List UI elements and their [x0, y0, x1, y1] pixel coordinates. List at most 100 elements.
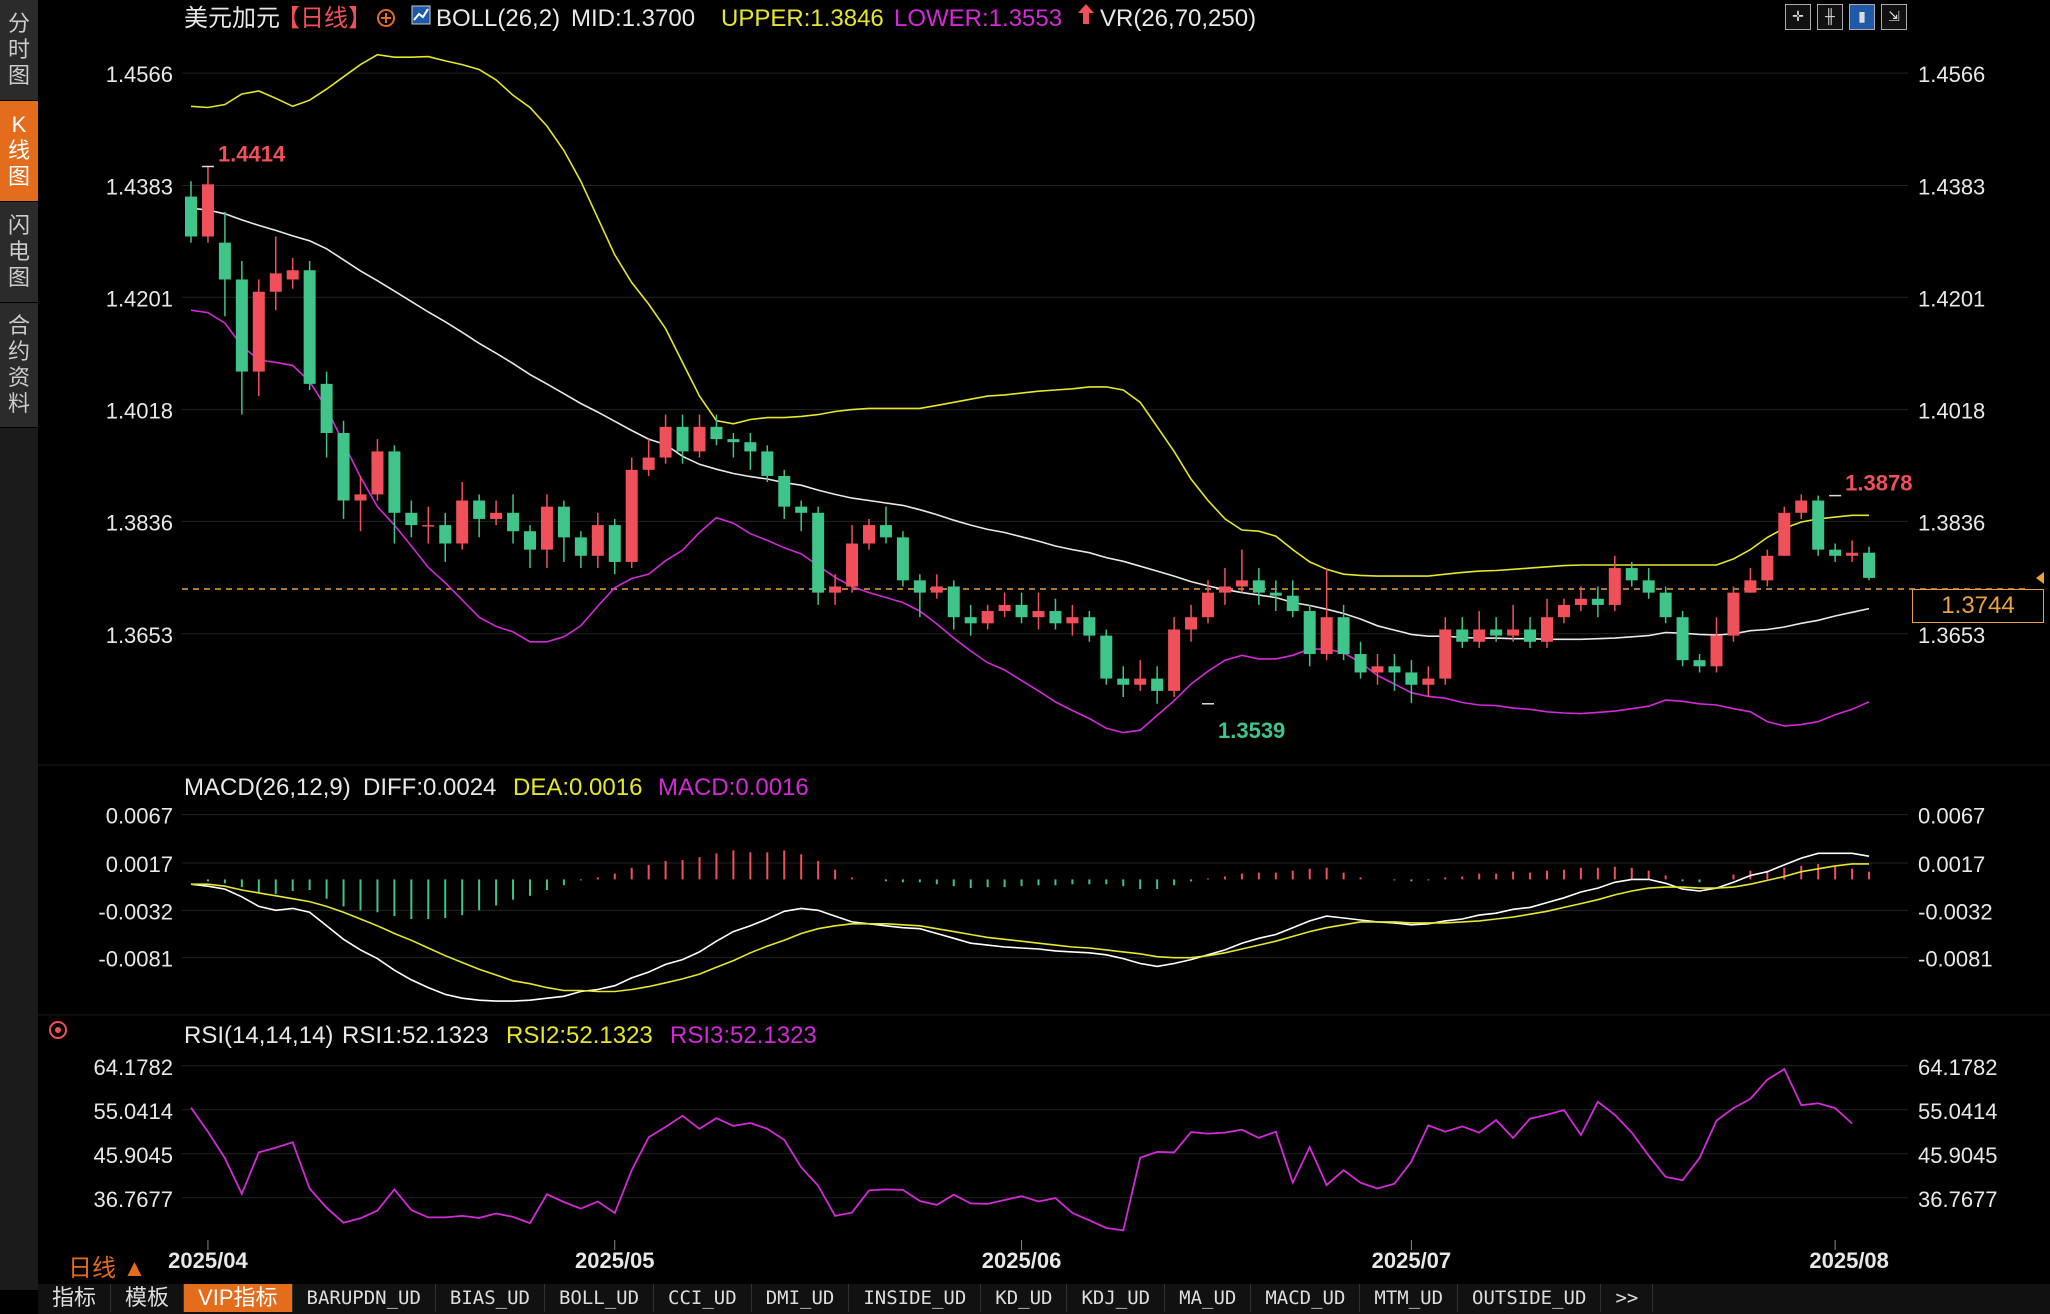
tab-kline[interactable]: K线图 [0, 101, 38, 202]
candle-body [540, 506, 553, 550]
fullscreen-icon[interactable]: ⇲ [1881, 4, 1907, 30]
date-tick-label: 2025/06 [982, 1248, 1062, 1273]
candles [185, 166, 1876, 704]
indicator-tab-指标[interactable]: 指标 [38, 1284, 112, 1312]
candle-body [1117, 678, 1130, 685]
candle [1015, 592, 1028, 624]
candle [1168, 617, 1181, 698]
price-tick-left: 1.3653 [106, 623, 173, 648]
candle-body [930, 586, 943, 593]
candle-body [201, 184, 214, 237]
candle-body [625, 469, 638, 562]
boll-label: BOLL(26,2) [436, 5, 560, 32]
indicator-tab-barupdn-ud[interactable]: BARUPDN_UD [293, 1284, 436, 1312]
candle-body [252, 291, 265, 372]
indicator-tab--[interactable]: >> [1601, 1284, 1654, 1312]
candle [1185, 604, 1198, 642]
macd-dea-line [191, 863, 1869, 993]
rsi-tick-right: 55.0414 [1918, 1099, 1998, 1124]
price-tick-left: 1.4566 [106, 62, 173, 87]
indicator-tab-inside-ud[interactable]: INSIDE_UD [849, 1284, 982, 1312]
tab-timeshare[interactable]: 分时图 [0, 0, 38, 101]
indicator-tab-bias-ud[interactable]: BIAS_UD [436, 1284, 545, 1312]
candle [744, 432, 757, 470]
candle [930, 574, 943, 599]
macd-tick-left: -0.0081 [98, 947, 173, 972]
candle [1117, 666, 1130, 698]
indicator-tab-kdj-ud[interactable]: KDJ_UD [1067, 1284, 1166, 1312]
candle-body [1812, 500, 1825, 550]
crosshair-icon[interactable]: ✛ [1785, 4, 1811, 30]
indicator-tab-ma-ud[interactable]: MA_UD [1165, 1284, 1252, 1312]
indicator-tab-模板[interactable]: 模板 [111, 1284, 185, 1312]
indicator-tab-kd-ud[interactable]: KD_UD [981, 1284, 1068, 1312]
candle-body [1320, 617, 1333, 655]
sidebar: 分时图 K线图 闪电图 合约资料 [0, 0, 38, 1290]
candle-body [371, 451, 384, 495]
tab-flash[interactable]: 闪电图 [0, 202, 38, 303]
indicator-tab-outside-ud[interactable]: OUTSIDE_UD [1458, 1284, 1602, 1312]
candle-body [1490, 629, 1503, 636]
indicator-tab-mtm-ud[interactable]: MTM_UD [1360, 1284, 1459, 1312]
macd-diff-line [190, 852, 1870, 1002]
candle-body [1693, 660, 1706, 667]
macd-value: MACD:0.0016 [658, 774, 809, 801]
tab-contract-info[interactable]: 合约资料 [0, 303, 38, 428]
candle [1422, 666, 1435, 698]
candle-body [286, 270, 299, 280]
rsi-tick-left: 45.9045 [93, 1143, 173, 1168]
macd-tick-right: -0.0081 [1918, 947, 1993, 972]
bars-icon[interactable]: ╫ [1817, 4, 1843, 30]
rsi-tick-right: 64.1782 [1918, 1055, 1998, 1080]
price-tick-right: 1.4201 [1918, 286, 1985, 311]
indicator-tab-cci-ud[interactable]: CCI_UD [654, 1284, 752, 1312]
date-tick-label: 2025/05 [575, 1248, 655, 1273]
candle-body [557, 506, 570, 538]
candle-body [337, 432, 350, 501]
candle [1473, 611, 1486, 648]
candle [422, 506, 435, 544]
candle-body [1202, 592, 1214, 618]
rsi-tick-left: 36.7677 [93, 1187, 173, 1212]
candle [1829, 543, 1842, 562]
candle-body [1286, 595, 1299, 612]
indicator-tab-dmi-ud[interactable]: DMI_UD [752, 1284, 850, 1312]
price-tick-right: 1.4566 [1918, 62, 1985, 87]
instrument-name: 美元加元 [184, 5, 280, 32]
indicator-tab-macd-ud[interactable]: MACD_UD [1251, 1284, 1361, 1312]
candle [337, 420, 350, 519]
date-tick-label: 2025/08 [1809, 1248, 1889, 1273]
candle-body [1608, 568, 1621, 605]
indicator-tab-boll-ud[interactable]: BOLL_UD [545, 1284, 655, 1312]
kline-chart[interactable]: 1.4566 1.4566 1.4383 1.4383 1.4201 1.4201 1.40… [38, 0, 2050, 1284]
candle-body [608, 525, 621, 562]
candle-body [1083, 617, 1096, 636]
candle [388, 445, 401, 544]
candle-body [1337, 617, 1350, 655]
settings-dot-icon[interactable] [49, 1021, 67, 1039]
candle-body [1405, 672, 1418, 685]
indicator-tabs: 指标 模板 VIP指标 BARUPDN_UD BIAS_UD BOLL_UD CCI_UD D… [38, 1284, 2050, 1314]
rsi3-value: RSI3:52.1323 [670, 1022, 817, 1049]
candle-body [964, 617, 977, 624]
candle-body [1354, 654, 1367, 673]
candles-icon[interactable]: ▮ [1849, 4, 1875, 30]
rsi-tick-left: 55.0414 [93, 1099, 173, 1124]
candle-body [1066, 617, 1079, 624]
candle [1778, 506, 1791, 556]
candle-body [947, 586, 960, 618]
candle [1676, 611, 1689, 667]
candle-body [879, 525, 892, 538]
macd-tick-right: -0.0032 [1918, 899, 1993, 924]
candle-body [1049, 611, 1062, 624]
date-axis: 2025/04 2025/05 2025/06 2025/07 2025/08 [168, 1240, 1889, 1273]
candle [1524, 617, 1537, 648]
indicator-tab-vip指标[interactable]: VIP指标 [184, 1284, 293, 1312]
period-toggle[interactable]: 日线 ▲ [68, 1248, 146, 1283]
candle-body [1252, 580, 1265, 593]
candle [1286, 580, 1299, 618]
price-tick-left: 1.3836 [106, 510, 173, 535]
gear-icon[interactable] [377, 9, 395, 27]
candle [676, 414, 689, 464]
candle [1320, 568, 1333, 661]
